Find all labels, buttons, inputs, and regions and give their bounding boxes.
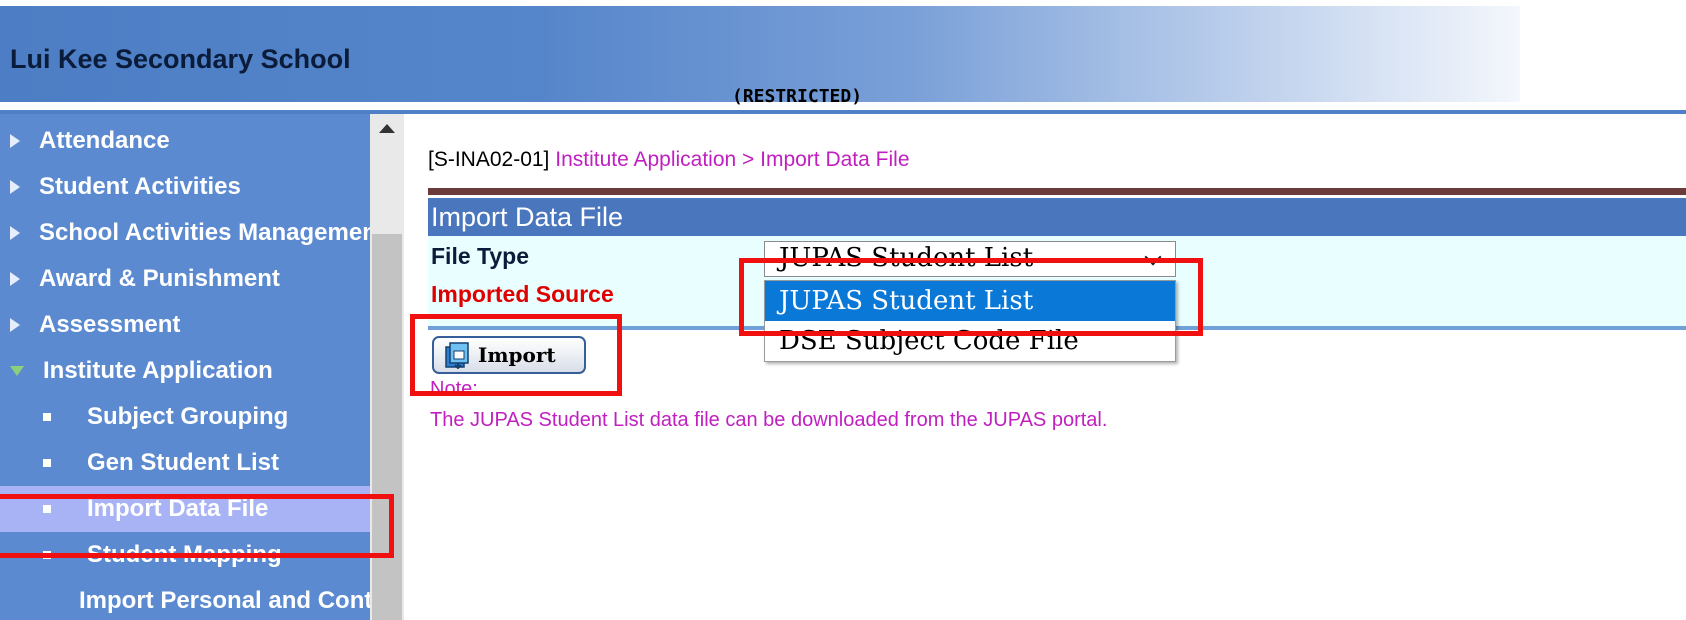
sidebar-item-award-punishment[interactable]: Award & Punishment: [0, 256, 370, 302]
divider: [428, 188, 1686, 195]
sidebar-subitem-import-personal-contact[interactable]: Import Personal and Contact: [0, 578, 370, 620]
breadcrumb-path[interactable]: Institute Application > Import Data File: [555, 148, 909, 171]
sidebar-item-label: Subject Grouping: [87, 403, 289, 430]
expand-arrow-icon: [10, 318, 20, 332]
sidebar-item-label: Attendance: [39, 127, 170, 154]
highlight-box-import-button: [410, 314, 622, 396]
collapse-arrow-icon: [10, 366, 24, 376]
highlight-box-dropdown-option: [739, 258, 1203, 336]
sidebar-item-label: Award & Punishment: [39, 265, 280, 292]
sidebar-item-assessment[interactable]: Assessment: [0, 302, 370, 348]
restricted-label: (RESTRICTED): [732, 86, 863, 107]
app-window: Lui Kee Secondary School (RESTRICTED) At…: [0, 0, 1686, 620]
sidebar-item-label: Institute Application: [43, 357, 273, 384]
bullet-icon: [43, 413, 51, 421]
expand-arrow-icon: [10, 272, 20, 286]
header: Lui Kee Secondary School (RESTRICTED): [0, 6, 1686, 114]
sidebar-item-label: Student Activities: [39, 173, 241, 200]
sidebar-subitem-subject-grouping[interactable]: Subject Grouping: [0, 394, 370, 440]
expand-arrow-icon: [10, 180, 20, 194]
imported-source-label: Imported Source: [431, 281, 614, 307]
sidebar-item-label: Assessment: [39, 311, 181, 338]
breadcrumb: [S-INA02-01] Institute Application > Imp…: [428, 148, 910, 172]
highlight-box-menu: [0, 494, 394, 558]
scroll-thumb[interactable]: [372, 234, 402, 620]
sidebar-item-label: Gen Student List: [87, 449, 279, 476]
sidebar-item-school-activities-management[interactable]: School Activities Management: [0, 210, 370, 256]
sidebar-item-attendance[interactable]: Attendance: [0, 118, 370, 164]
expand-arrow-icon: [10, 134, 20, 148]
page-title: Import Data File: [428, 198, 1686, 236]
sidebar-item-institute-application[interactable]: Institute Application: [0, 348, 370, 394]
file-type-label: File Type: [431, 243, 529, 269]
expand-arrow-icon: [10, 226, 20, 240]
sidebar-item-label: Import Personal and Contact: [79, 587, 370, 614]
bullet-icon: [43, 459, 51, 467]
school-name: Lui Kee Secondary School: [10, 44, 351, 74]
note-text: The JUPAS Student List data file can be …: [430, 409, 1108, 431]
scroll-up-icon[interactable]: [370, 114, 404, 142]
sidebar-item-student-activities[interactable]: Student Activities: [0, 164, 370, 210]
sidebar-item-label: School Activities Management: [39, 219, 370, 246]
sidebar-subitem-gen-student-list[interactable]: Gen Student List: [0, 440, 370, 486]
screen-code: [S-INA02-01]: [428, 148, 550, 171]
